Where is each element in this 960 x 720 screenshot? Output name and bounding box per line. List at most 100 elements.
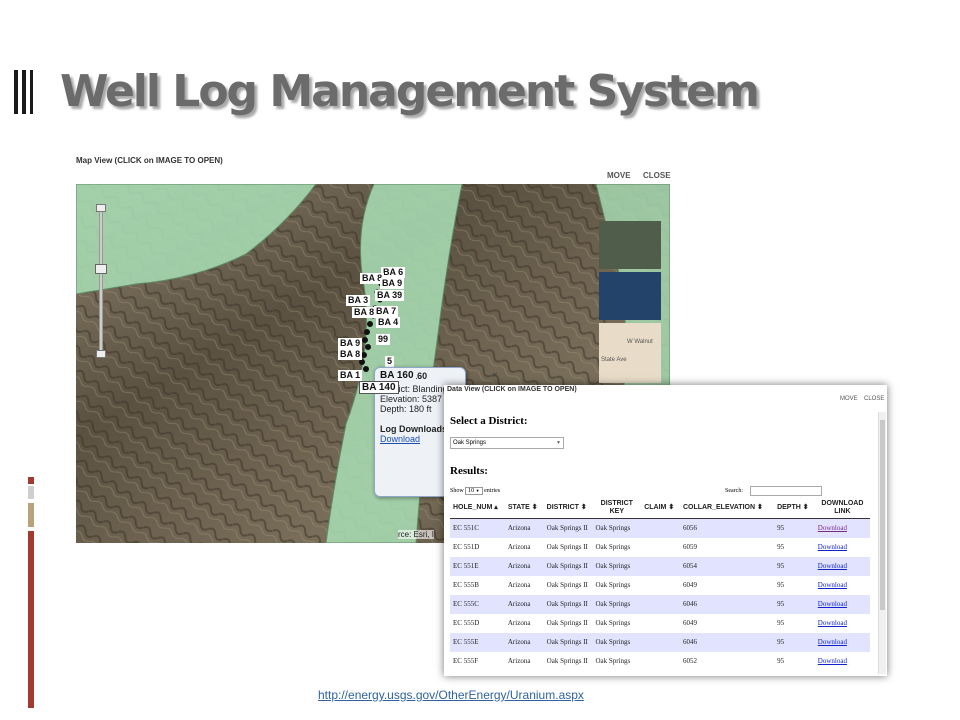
download-link[interactable]: Download [818,600,847,608]
title-accent-bar [22,70,26,114]
cell-state: Arizona [504,576,544,595]
cell-claim [641,595,680,614]
column-header-district[interactable]: DISTRICT ⬍ [543,498,593,519]
well-marker-label[interactable]: BA 3 [346,295,371,306]
cell-claim [641,652,680,671]
map-move-button[interactable]: MOVE [607,171,631,180]
basemap-thumbnail-imagery[interactable] [599,221,661,269]
well-marker-label[interactable]: 5 [385,356,395,367]
zoom-slider-handle[interactable] [95,264,107,274]
page-length-control: Show 10 ▼ entries [450,487,500,495]
map-close-button[interactable]: CLOSE [643,171,671,180]
well-marker-label[interactable]: BA 9 [338,338,363,349]
zoom-in-icon[interactable] [96,204,106,212]
download-link[interactable]: Download [818,581,847,589]
cell-state: Arizona [504,557,544,576]
popup-close-icon[interactable]: × [492,370,498,381]
download-link[interactable]: Download [818,638,847,646]
table-row: EC 555B Arizona Oak Springs II Oak Sprin… [450,576,870,595]
cell-district-key: Oak Springs [592,557,642,576]
cell-district-key: Oak Springs [592,518,642,538]
cell-district-key: Oak Springs [592,652,642,671]
well-marker-label[interactable]: BA 6 [381,267,406,278]
well-marker-label[interactable]: BA 7 [374,306,399,317]
cell-state: Arizona [504,595,544,614]
data-move-button[interactable]: MOVE [840,396,858,402]
basemap-street-label: State Ave [601,357,627,363]
side-accent-segment [28,531,34,708]
download-link[interactable]: Download [818,524,847,532]
table-row: EC 555C Arizona Oak Springs II Oak Sprin… [450,595,870,614]
cell-claim [641,538,680,557]
column-header-download-link[interactable]: DOWNLOAD LINK [814,498,870,519]
download-link[interactable]: Download [818,657,847,665]
well-marker-label[interactable]: BA 1 [338,370,363,381]
cell-collar-elevation: 6054 [679,557,775,576]
column-header-claim[interactable]: CLAIM ⬍ [641,498,680,519]
download-link[interactable]: Download [818,543,847,551]
cell-hole-num: EC 555B [450,576,505,595]
cell-hole-num: EC 555D [450,614,505,633]
well-marker-label[interactable]: BA 8 [338,349,363,360]
source-url-link[interactable]: http://energy.usgs.gov/OtherEnergy/Urani… [318,688,584,702]
title-accent-bar [14,70,18,114]
district-heading: Select a District: [450,415,528,427]
column-header-district-key[interactable]: DISTRICT KEY [592,498,642,519]
cell-hole-num: EC 555C [450,595,505,614]
cell-state: Arizona [504,614,544,633]
slide-title: Well Log Management System [60,66,760,117]
data-close-button[interactable]: CLOSE [864,396,884,402]
download-link[interactable]: Download [818,562,847,570]
table-row: EC 555F Arizona Oak Springs II Oak Sprin… [450,652,870,671]
cell-district-key: Oak Springs [592,595,642,614]
well-marker-callout[interactable]: BA 140 [359,381,399,394]
district-select[interactable]: Oak Springs ▼ [450,437,564,449]
results-table: HOLE_NUM ▴ STATE ⬍ DISTRICT ⬍ DISTRICT K… [450,498,870,671]
well-marker-label[interactable]: BA 4 [376,317,401,328]
side-accent-segment [28,486,34,499]
basemap-thumbnail-satellite[interactable] [599,272,661,320]
cell-claim [641,518,680,538]
page-length-select[interactable]: 10 ▼ [465,487,483,495]
cell-collar-elevation: 6046 [679,633,775,652]
table-row: EC 555D Arizona Oak Springs II Oak Sprin… [450,614,870,633]
cell-state: Arizona [504,518,544,538]
column-header-depth[interactable]: DEPTH ⬍ [774,498,815,519]
well-marker-label[interactable]: 99 [376,334,391,345]
vertical-scrollbar[interactable] [878,412,886,674]
results-heading: Results: [450,465,488,477]
search-input[interactable] [750,486,822,496]
cell-depth: 95 [774,614,815,633]
title-accent-bar [30,70,33,114]
download-link[interactable]: Download [818,619,847,627]
well-marker-label[interactable]: BA 8 [352,307,377,318]
scrollbar-thumb[interactable] [880,420,885,610]
column-header-state[interactable]: STATE ⬍ [504,498,544,519]
cell-depth: 95 [774,518,815,538]
basemap-thumbnail-streets[interactable]: W Walnut State Ave [599,323,661,383]
cell-hole-num: EC 551C [450,518,505,538]
cell-district: Oak Springs II [543,557,593,576]
cell-depth: 95 [774,595,815,614]
well-marker-label[interactable]: BA 39 [375,290,405,301]
side-accent-segment [28,477,34,484]
chevron-down-icon: ▼ [556,440,561,446]
column-header-hole-num[interactable]: HOLE_NUM ▴ [450,498,505,519]
cell-depth: 95 [774,576,815,595]
cell-collar-elevation: 6056 [679,518,775,538]
well-marker-label[interactable]: BA 9 [380,278,405,289]
zoom-out-icon[interactable] [96,350,106,358]
basemap-street-label: W Walnut [627,339,653,345]
table-row: EC 551C Arizona Oak Springs II Oak Sprin… [450,518,870,538]
cell-hole-num: EC 555E [450,633,505,652]
entries-label: entries [484,488,501,494]
zoom-slider-track[interactable] [99,208,103,356]
column-header-collar-elevation[interactable]: COLLAR_ELEVATION ⬍ [679,498,775,519]
map-attribution: rce: Esri, I [398,530,435,539]
cell-collar-elevation: 6046 [679,595,775,614]
cell-district-key: Oak Springs [592,633,642,652]
data-view-window: Data View (CLICK on IMAGE TO OPEN) MOVE … [444,385,887,676]
cell-collar-elevation: 6049 [679,576,775,595]
cell-claim [641,576,680,595]
cell-claim [641,614,680,633]
